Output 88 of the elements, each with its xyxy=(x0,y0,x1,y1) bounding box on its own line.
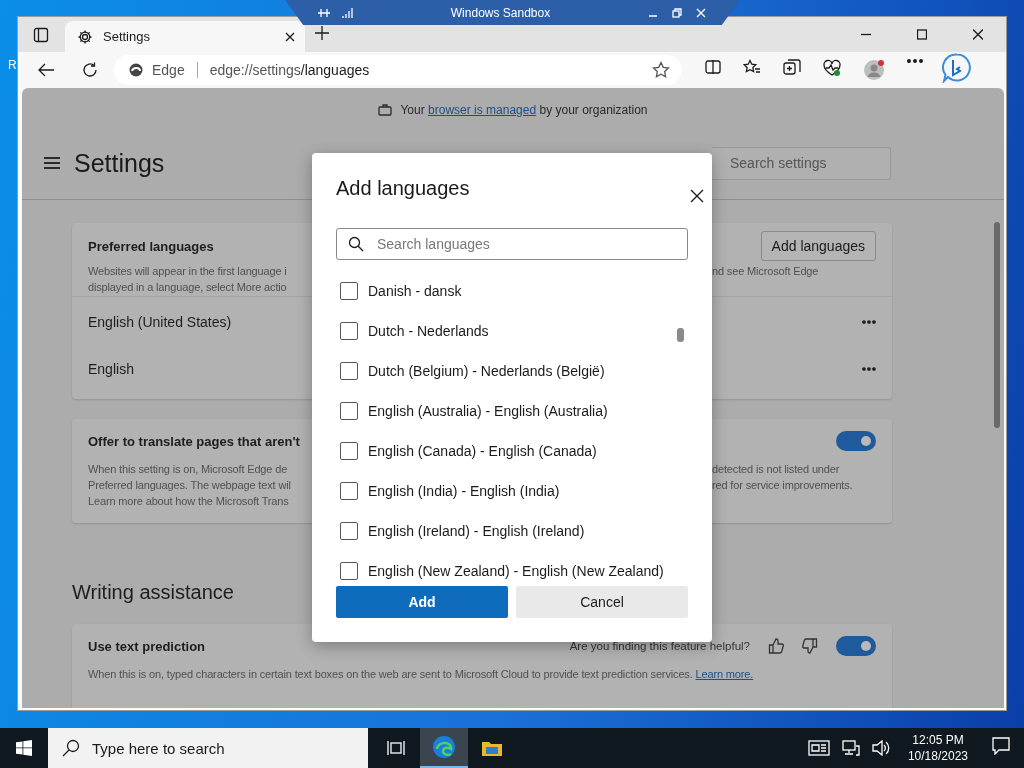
managed-notice: Your browser is managed by your organization xyxy=(400,103,648,117)
close-icon[interactable] xyxy=(285,31,295,42)
checkbox[interactable] xyxy=(340,522,358,540)
restore-icon[interactable] xyxy=(672,7,682,18)
language-option[interactable]: English (Australia) - English (Australia) xyxy=(368,403,608,419)
description-text: When this is on, typed characters in certain text boxes on the web are sent to Microsoft Cloud to provide text prediction services. Learn more. xyxy=(88,668,754,680)
description-text: displayed in a language, select More actio xyxy=(88,280,287,295)
thumbs-down-icon[interactable] xyxy=(802,638,818,654)
card-title: Offer to translate pages that aren't xyxy=(88,433,300,449)
checkbox[interactable] xyxy=(340,282,358,300)
language-option[interactable]: English (India) - English (India) xyxy=(368,483,560,499)
search-icon xyxy=(348,236,364,252)
window-title: Windows Sandbox xyxy=(449,5,552,20)
checkbox[interactable] xyxy=(340,482,358,500)
description-text: Preferred languages. The webpage text wil xyxy=(88,478,291,493)
chat-bubble-icon[interactable] xyxy=(942,53,972,83)
address-bar[interactable]: Edge edge://settings/languages xyxy=(114,55,682,85)
more-icon[interactable] xyxy=(862,367,876,371)
language-option[interactable]: Dutch (Belgium) - Nederlands (België) xyxy=(368,363,605,379)
dialog-title: Add languages xyxy=(336,177,470,200)
checkbox[interactable] xyxy=(340,362,358,380)
card-title: Use text prediction xyxy=(88,638,206,654)
description-text: When this setting is on, Microsoft Edge de xyxy=(88,462,289,477)
language-name: English (United States) xyxy=(88,314,232,330)
clock[interactable]: 12:05 PM 10/18/2023 xyxy=(907,732,968,764)
volume-icon[interactable] xyxy=(871,740,890,756)
card-title: Preferred languages xyxy=(88,239,214,256)
add-languages-button[interactable]: Add languages xyxy=(760,231,876,261)
section-heading: Writing assistance xyxy=(72,581,234,604)
task-view-icon[interactable] xyxy=(387,740,405,756)
star-icon[interactable] xyxy=(652,61,670,79)
signal-icon xyxy=(341,6,353,19)
description-text: Websites will appear in the first language i xyxy=(88,264,287,279)
add-button[interactable]: Add xyxy=(336,586,508,618)
search-field[interactable]: Search languages xyxy=(336,228,688,260)
taskbar-search[interactable]: Type here to search xyxy=(48,728,368,768)
page-title: Settings xyxy=(74,148,166,178)
menu-icon[interactable] xyxy=(44,157,60,169)
plus-icon[interactable] xyxy=(315,26,329,40)
split-screen-icon[interactable] xyxy=(705,59,721,75)
favorites-icon[interactable] xyxy=(743,59,761,75)
description-text: detected is not listed under xyxy=(712,462,840,477)
language-option[interactable]: English (Ireland) - English (Ireland) xyxy=(368,523,585,539)
feedback-question: Are you finding this feature helpful? xyxy=(569,640,750,652)
tab-actions-icon[interactable] xyxy=(33,26,49,43)
language-option[interactable]: English (Canada) - English (Canada) xyxy=(368,443,597,459)
description-text: red for service improvements. xyxy=(712,478,853,493)
search-icon xyxy=(62,739,80,757)
back-arrow-icon[interactable] xyxy=(37,62,55,78)
toggle-switch[interactable] xyxy=(836,636,876,656)
news-icon[interactable] xyxy=(807,740,830,756)
refresh-icon[interactable] xyxy=(81,61,99,79)
site-label: Edge xyxy=(152,62,185,78)
language-option[interactable]: English (New Zealand) - English (New Zealand) xyxy=(368,563,664,579)
briefcase-icon xyxy=(378,104,393,116)
url-text: edge://settings/languages xyxy=(209,62,371,78)
network-icon[interactable] xyxy=(841,740,860,756)
cancel-button[interactable]: Cancel xyxy=(516,586,688,618)
checkbox[interactable] xyxy=(340,562,358,580)
gear-icon xyxy=(77,28,93,45)
more-icon[interactable] xyxy=(862,320,876,324)
search-field[interactable]: Search settings xyxy=(712,146,891,180)
learn-more-link[interactable]: Learn more. xyxy=(695,668,754,680)
checkbox[interactable] xyxy=(340,442,358,460)
language-option[interactable]: Danish - dansk xyxy=(368,283,462,299)
folder-icon[interactable] xyxy=(481,739,503,757)
notification-icon[interactable] xyxy=(992,737,1010,755)
managed-link[interactable]: browser is managed xyxy=(428,103,537,117)
collections-icon[interactable] xyxy=(783,59,801,77)
toggle-switch[interactable] xyxy=(836,431,876,451)
avatar-icon[interactable] xyxy=(863,59,885,81)
browser-tab[interactable]: Settings xyxy=(65,21,305,52)
language-option[interactable]: Dutch - Nederlands xyxy=(368,323,489,339)
description-text: Learn more about how the Microsoft Trans xyxy=(88,494,290,509)
heart-pulse-icon[interactable] xyxy=(823,59,841,77)
more-icon[interactable] xyxy=(907,59,923,63)
taskbar-app[interactable] xyxy=(420,728,468,768)
description-text: nd see Microsoft Edge xyxy=(712,264,819,279)
pin-icon[interactable] xyxy=(317,6,331,19)
close-icon[interactable] xyxy=(690,189,704,203)
language-name: English xyxy=(88,361,134,377)
scrollbar-thumb[interactable] xyxy=(994,222,1000,428)
windows-logo-icon[interactable] xyxy=(16,740,32,756)
desktop-label: R xyxy=(8,58,17,72)
scrollbar-thumb[interactable] xyxy=(677,328,684,342)
checkbox[interactable] xyxy=(340,322,358,340)
thumbs-up-icon[interactable] xyxy=(768,638,784,654)
checkbox[interactable] xyxy=(340,402,358,420)
